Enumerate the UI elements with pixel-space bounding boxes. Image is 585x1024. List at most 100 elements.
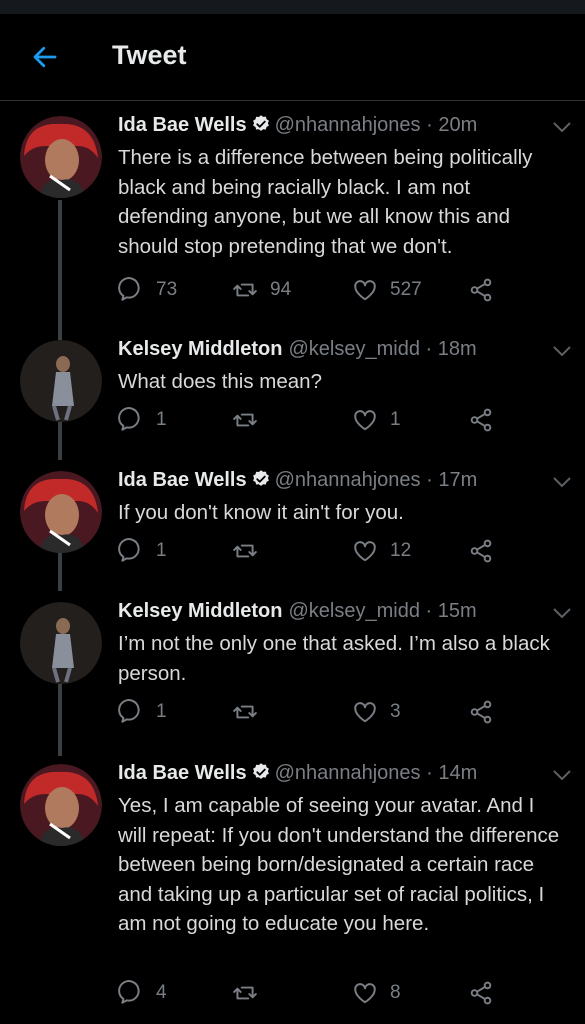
retweet-count: 94 xyxy=(270,279,292,300)
timestamp[interactable]: 18m xyxy=(438,338,477,360)
tweet-header: Kelsey Middleton @kelsey_midd · 18m xyxy=(118,338,477,360)
action-bar: 1 1 xyxy=(118,406,568,434)
author-handle[interactable]: @nhannahjones xyxy=(275,762,421,784)
status-bar xyxy=(0,0,585,14)
tweet-header: Ida Bae Wells @nhannahjones · 17m xyxy=(118,469,478,491)
top-bar: Tweet xyxy=(0,14,585,101)
retweet-button[interactable]: 94 xyxy=(232,276,291,304)
retweet-button[interactable] xyxy=(232,406,270,434)
reply-icon xyxy=(118,699,140,723)
verified-badge-icon xyxy=(252,763,269,779)
like-button[interactable]: 12 xyxy=(352,537,411,565)
author-name[interactable]: Ida Bae Wells xyxy=(118,114,247,136)
action-bar: 1 3 xyxy=(118,698,568,726)
thread-line xyxy=(58,320,62,340)
reply-count: 1 xyxy=(156,409,167,430)
thread-line xyxy=(58,422,62,460)
reply-button[interactable]: 1 xyxy=(118,698,167,726)
share-icon xyxy=(470,700,492,724)
reply-icon xyxy=(118,980,140,1004)
tweet-header: Ida Bae Wells @nhannahjones · 20m xyxy=(118,114,478,136)
retweet-button[interactable] xyxy=(232,698,270,726)
share-icon xyxy=(470,408,492,432)
chevron-down-icon[interactable] xyxy=(551,475,573,489)
reply-count: 1 xyxy=(156,701,167,722)
heart-icon xyxy=(354,541,376,562)
author-handle[interactable]: @nhannahjones xyxy=(275,114,421,136)
like-count: 8 xyxy=(390,982,401,1003)
avatar[interactable] xyxy=(20,340,102,422)
share-button[interactable] xyxy=(468,276,506,304)
share-icon xyxy=(470,981,492,1005)
tweet[interactable]: Ida Bae Wells @nhannahjones · 14m Yes, I … xyxy=(0,750,585,1024)
like-count: 1 xyxy=(390,409,401,430)
action-bar: 73 94 527 xyxy=(118,276,568,304)
tweet[interactable]: Kelsey Middleton @kelsey_midd · 18m What … xyxy=(0,320,585,460)
heart-icon xyxy=(354,983,376,1004)
tweet-text: I’m not the only one that asked. I’m als… xyxy=(118,632,550,685)
verified-badge-icon xyxy=(252,115,269,131)
author-handle[interactable]: @nhannahjones xyxy=(275,469,421,491)
retweet-icon xyxy=(233,705,257,719)
thread-line xyxy=(58,684,62,756)
author-handle[interactable]: @kelsey_midd xyxy=(288,338,419,360)
retweet-icon xyxy=(233,283,257,297)
reply-icon xyxy=(118,407,140,431)
author-name[interactable]: Ida Bae Wells xyxy=(118,469,247,491)
tweet[interactable]: Kelsey Middleton @kelsey_midd · 15m I’m n… xyxy=(0,588,585,756)
tweet-text: There is a difference between being poli… xyxy=(118,146,533,258)
tweet-header: Kelsey Middleton @kelsey_midd · 15m xyxy=(118,600,477,622)
heart-icon xyxy=(354,280,376,301)
retweet-icon xyxy=(233,413,257,427)
chevron-down-icon[interactable] xyxy=(551,344,573,358)
like-count: 527 xyxy=(390,279,422,300)
author-name[interactable]: Kelsey Middleton xyxy=(118,338,282,360)
share-icon xyxy=(470,539,492,563)
timestamp[interactable]: 20m xyxy=(438,114,477,136)
retweet-button[interactable] xyxy=(232,979,270,1007)
retweet-button[interactable] xyxy=(232,537,270,565)
chevron-down-icon[interactable] xyxy=(551,120,573,134)
heart-icon xyxy=(354,410,376,431)
avatar[interactable] xyxy=(20,764,102,846)
share-button[interactable] xyxy=(468,698,506,726)
page-title: Tweet xyxy=(112,40,187,70)
avatar[interactable] xyxy=(20,471,102,553)
like-count: 12 xyxy=(390,540,412,561)
tweet-text: If you don't know it ain't for you. xyxy=(118,501,404,524)
thread-line xyxy=(58,553,62,591)
like-button[interactable]: 1 xyxy=(352,406,401,434)
chevron-down-icon[interactable] xyxy=(551,606,573,620)
heart-icon xyxy=(354,702,376,723)
like-button[interactable]: 527 xyxy=(352,276,422,304)
like-count: 3 xyxy=(390,701,401,722)
tweet[interactable]: Ida Bae Wells @nhannahjones · 17m If you … xyxy=(0,457,585,591)
author-handle[interactable]: @kelsey_midd xyxy=(288,600,419,622)
timestamp[interactable]: 14m xyxy=(438,762,477,784)
avatar[interactable] xyxy=(20,116,102,198)
share-button[interactable] xyxy=(468,406,506,434)
timestamp[interactable]: 15m xyxy=(438,600,477,622)
tweet[interactable]: Ida Bae Wells @nhannahjones · 20m There i… xyxy=(0,102,585,330)
reply-button[interactable]: 1 xyxy=(118,537,167,565)
reply-icon xyxy=(118,538,140,562)
share-button[interactable] xyxy=(468,979,506,1007)
author-name[interactable]: Kelsey Middleton xyxy=(118,600,282,622)
chevron-down-icon[interactable] xyxy=(551,768,573,782)
reply-icon xyxy=(118,277,140,301)
arrow-left-icon[interactable] xyxy=(30,42,60,72)
like-button[interactable]: 8 xyxy=(352,979,401,1007)
reply-button[interactable]: 4 xyxy=(118,979,167,1007)
tweet-text: What does this mean? xyxy=(118,370,322,393)
author-name[interactable]: Ida Bae Wells xyxy=(118,762,247,784)
like-button[interactable]: 3 xyxy=(352,698,401,726)
avatar[interactable] xyxy=(20,602,102,684)
share-button[interactable] xyxy=(468,537,506,565)
reply-button[interactable]: 73 xyxy=(118,276,177,304)
reply-button[interactable]: 1 xyxy=(118,406,167,434)
reply-count: 4 xyxy=(156,982,167,1003)
action-bar: 4 8 xyxy=(118,979,568,1007)
tweet-header: Ida Bae Wells @nhannahjones · 14m xyxy=(118,762,478,784)
timestamp[interactable]: 17m xyxy=(438,469,477,491)
thread-line xyxy=(58,200,62,330)
